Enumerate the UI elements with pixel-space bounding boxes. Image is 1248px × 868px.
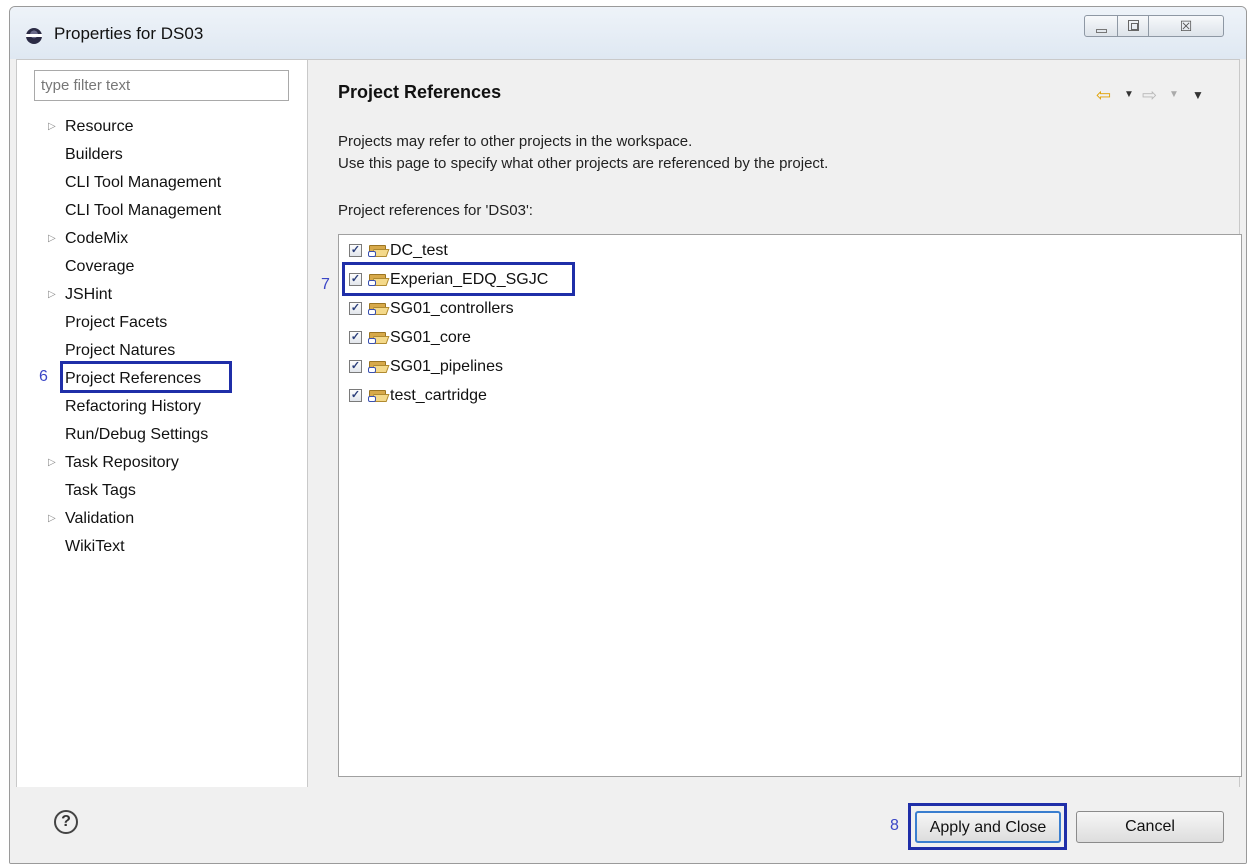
title-bar: Properties for DS03 ☒ xyxy=(10,7,1246,59)
maximize-icon xyxy=(1128,20,1139,31)
tree-item-task-tags[interactable]: Task Tags xyxy=(65,478,136,504)
step-marker-7: 7 xyxy=(321,276,330,293)
project-folder-icon xyxy=(368,302,390,315)
help-icon[interactable]: ? xyxy=(54,810,78,834)
maximize-button[interactable] xyxy=(1117,15,1149,37)
description-line-2: Use this page to specify what other proj… xyxy=(338,155,829,172)
close-icon: ☒ xyxy=(1179,18,1193,34)
forward-dropdown-icon[interactable]: ▼ xyxy=(1169,89,1179,100)
tree-item-project-facets[interactable]: Project Facets xyxy=(65,310,167,336)
checkbox[interactable]: ✓ xyxy=(349,360,362,373)
dialog-content: ▷ Resource Builders CLI Tool Management … xyxy=(16,59,1242,788)
checkbox[interactable]: ✓ xyxy=(349,302,362,315)
tree-item-builders[interactable]: Builders xyxy=(65,142,123,168)
window-title: Properties for DS03 xyxy=(54,24,204,43)
project-folder-icon xyxy=(368,331,390,344)
references-label: Project references for 'DS03': xyxy=(338,202,533,219)
close-button[interactable]: ☒ xyxy=(1148,15,1224,37)
apply-and-close-button[interactable]: Apply and Close xyxy=(915,811,1061,843)
forward-arrow-icon[interactable]: ⇨ xyxy=(1142,85,1157,106)
project-folder-icon xyxy=(368,360,390,373)
step-marker-6: 6 xyxy=(39,368,48,385)
project-name: SG01_core xyxy=(390,329,471,346)
sidebar: ▷ Resource Builders CLI Tool Management … xyxy=(17,60,308,787)
tree-item-refactoring-history[interactable]: Refactoring History xyxy=(65,394,201,420)
project-folder-icon xyxy=(368,389,390,402)
minimize-button[interactable] xyxy=(1084,15,1118,37)
project-name: SG01_controllers xyxy=(390,300,514,317)
expand-icon[interactable]: ▷ xyxy=(48,114,60,140)
checkbox[interactable]: ✓ xyxy=(349,244,362,257)
checkbox[interactable]: ✓ xyxy=(349,389,362,402)
properties-dialog: Properties for DS03 ☒ ▷ Resource Builder… xyxy=(9,6,1247,864)
eclipse-icon xyxy=(26,28,42,44)
checkbox[interactable]: ✓ xyxy=(349,331,362,344)
back-dropdown-icon[interactable]: ▼ xyxy=(1124,89,1134,100)
step-marker-8: 8 xyxy=(890,817,899,834)
cancel-button[interactable]: Cancel xyxy=(1076,811,1224,843)
project-references-list: ✓ DC_test ✓ Experian_EDQ_SGJC ✓ SG01_con… xyxy=(338,234,1242,777)
tree-item-resource[interactable]: Resource xyxy=(65,114,133,140)
expand-icon[interactable]: ▷ xyxy=(48,282,60,308)
expand-icon[interactable]: ▷ xyxy=(48,450,60,476)
filter-input[interactable] xyxy=(34,70,289,101)
tree-item-codemix[interactable]: CodeMix xyxy=(65,226,128,252)
tree-item-jshint[interactable]: JSHint xyxy=(65,282,112,308)
project-name: test_cartridge xyxy=(390,387,487,404)
tree-item-task-repository[interactable]: Task Repository xyxy=(65,450,179,476)
tree-item-cli-tool-management[interactable]: CLI Tool Management xyxy=(65,170,221,196)
project-name: DC_test xyxy=(390,242,448,259)
tree-item-coverage[interactable]: Coverage xyxy=(65,254,134,280)
tree-item-validation[interactable]: Validation xyxy=(65,506,134,532)
selection-highlight xyxy=(342,262,575,296)
selection-highlight xyxy=(60,361,232,393)
main-pane: Project References ⇦ ▼ ⇨ ▼ ▼ Projects ma… xyxy=(308,60,1242,787)
page-header: Project References ⇦ ▼ ⇨ ▼ ▼ xyxy=(308,60,1239,120)
view-menu-icon[interactable]: ▼ xyxy=(1192,88,1204,102)
page-title: Project References xyxy=(338,82,502,102)
tree-item-cli-tool-management-2[interactable]: CLI Tool Management xyxy=(65,198,221,224)
minimize-icon xyxy=(1096,29,1107,33)
tree-item-run-debug-settings[interactable]: Run/Debug Settings xyxy=(65,422,208,448)
description-line-1: Projects may refer to other projects in … xyxy=(338,133,693,150)
back-arrow-icon[interactable]: ⇦ xyxy=(1096,85,1111,106)
expand-icon[interactable]: ▷ xyxy=(48,226,60,252)
button-bar: ? 8 Apply and Close Cancel xyxy=(10,787,1246,863)
project-name: SG01_pipelines xyxy=(390,358,503,375)
project-folder-icon xyxy=(368,244,390,257)
tree-item-wikitext[interactable]: WikiText xyxy=(65,534,125,560)
expand-icon[interactable]: ▷ xyxy=(48,506,60,532)
